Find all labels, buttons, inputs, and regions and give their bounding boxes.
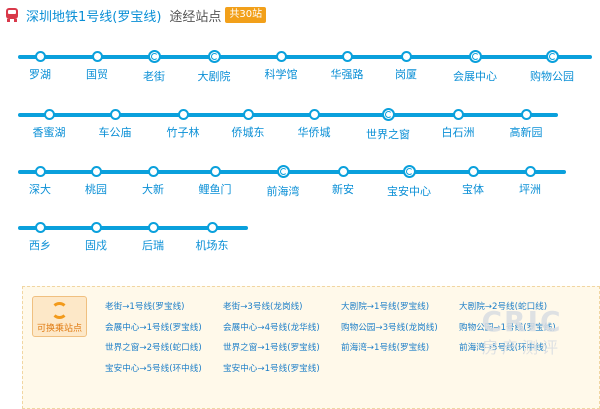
transfer-item[interactable]: 老街→1号线(罗宝线) — [105, 297, 223, 318]
station-dot-icon — [147, 166, 159, 177]
metro-train-icon — [4, 7, 20, 23]
station-item[interactable]: 高新园 — [486, 109, 566, 140]
station-dot-icon — [147, 222, 159, 233]
transfer-station-icon — [545, 50, 559, 63]
station-name: 坪洲 — [519, 183, 541, 196]
station-dot-icon — [467, 166, 479, 177]
station-dot-icon — [91, 51, 103, 62]
page-header: 深圳地铁1号线(罗宝线) 途经站点 共30站 — [4, 6, 267, 25]
station-dot-icon — [275, 51, 287, 62]
station-dot-icon — [524, 166, 536, 177]
station-name: 岗厦 — [395, 68, 417, 81]
station-dot-icon — [452, 109, 464, 120]
station-name: 购物公园 — [530, 70, 574, 83]
transfer-item[interactable]: 会展中心→4号线(龙华线) — [223, 318, 341, 339]
transfer-station-icon — [468, 50, 482, 63]
cric-watermark: CRIC 房产测评 — [462, 306, 582, 358]
station-dot-icon — [337, 166, 349, 177]
transfer-icon — [51, 302, 68, 319]
station-dot-icon — [90, 222, 102, 233]
station-name: 世界之窗 — [366, 128, 410, 141]
transfer-item[interactable]: 购物公园→3号线(龙岗线) — [341, 318, 459, 339]
transfer-item[interactable]: 宝安中心→5号线(环中线) — [105, 359, 223, 380]
station-item[interactable]: 购物公园 — [512, 50, 592, 84]
transfer-item[interactable]: 宝安中心→1号线(罗宝线) — [223, 359, 341, 380]
transfer-station-icon — [207, 50, 221, 63]
transfer-item[interactable]: 会展中心→1号线(罗宝线) — [105, 318, 223, 339]
transfer-item[interactable]: 大剧院→1号线(罗宝线) — [341, 297, 459, 318]
station-dot-icon — [109, 109, 121, 120]
watermark-sub: 房产测评 — [481, 338, 562, 357]
line-name: 深圳地铁1号线(罗宝线) — [26, 9, 162, 25]
station-item[interactable]: 世界之窗 — [348, 108, 428, 142]
transfer-item[interactable]: 世界之窗→2号线(蛇口线) — [105, 338, 223, 359]
station-item[interactable]: 机场东 — [172, 222, 252, 253]
station-name: 机场东 — [195, 239, 229, 252]
transfer-stations-button[interactable]: 可换乘站点 — [32, 296, 87, 337]
station-dot-icon — [400, 51, 412, 62]
station-item[interactable]: 岗厦 — [366, 51, 446, 82]
station-dot-icon — [209, 166, 221, 177]
transfer-station-icon — [147, 50, 161, 63]
station-dot-icon — [90, 166, 102, 177]
transfer-item[interactable]: 老街→3号线(龙岗线) — [223, 297, 341, 318]
station-dot-icon — [177, 109, 189, 120]
station-dot-icon — [308, 109, 320, 120]
station-name: 华侨城 — [297, 126, 331, 139]
station-name: 会展中心 — [453, 70, 497, 83]
station-dot-icon — [520, 109, 532, 120]
watermark-brand: CRIC — [481, 305, 563, 338]
station-item[interactable]: 坪洲 — [490, 166, 570, 197]
station-name: 高新园 — [509, 126, 543, 139]
transfer-station-icon — [276, 165, 290, 178]
route-subtitle: 途经站点 — [169, 9, 222, 25]
transfer-station-icon — [381, 108, 395, 121]
station-dot-icon — [34, 222, 46, 233]
station-item[interactable]: 会展中心 — [435, 50, 515, 84]
station-dot-icon — [43, 109, 55, 120]
station-dot-icon — [242, 109, 254, 120]
station-count-badge: 共30站 — [225, 7, 267, 23]
transfer-station-icon — [402, 165, 416, 178]
station-dot-icon — [206, 222, 218, 233]
station-item[interactable]: 华侨城 — [274, 109, 354, 140]
transfer-item[interactable]: 世界之窗→1号线(罗宝线) — [223, 338, 341, 359]
transfer-button-label: 可换乘站点 — [36, 324, 82, 334]
station-dot-icon — [34, 51, 46, 62]
station-dot-icon — [34, 166, 46, 177]
station-dot-icon — [341, 51, 353, 62]
transfer-item[interactable]: 前海湾→1号线(罗宝线) — [341, 338, 459, 359]
